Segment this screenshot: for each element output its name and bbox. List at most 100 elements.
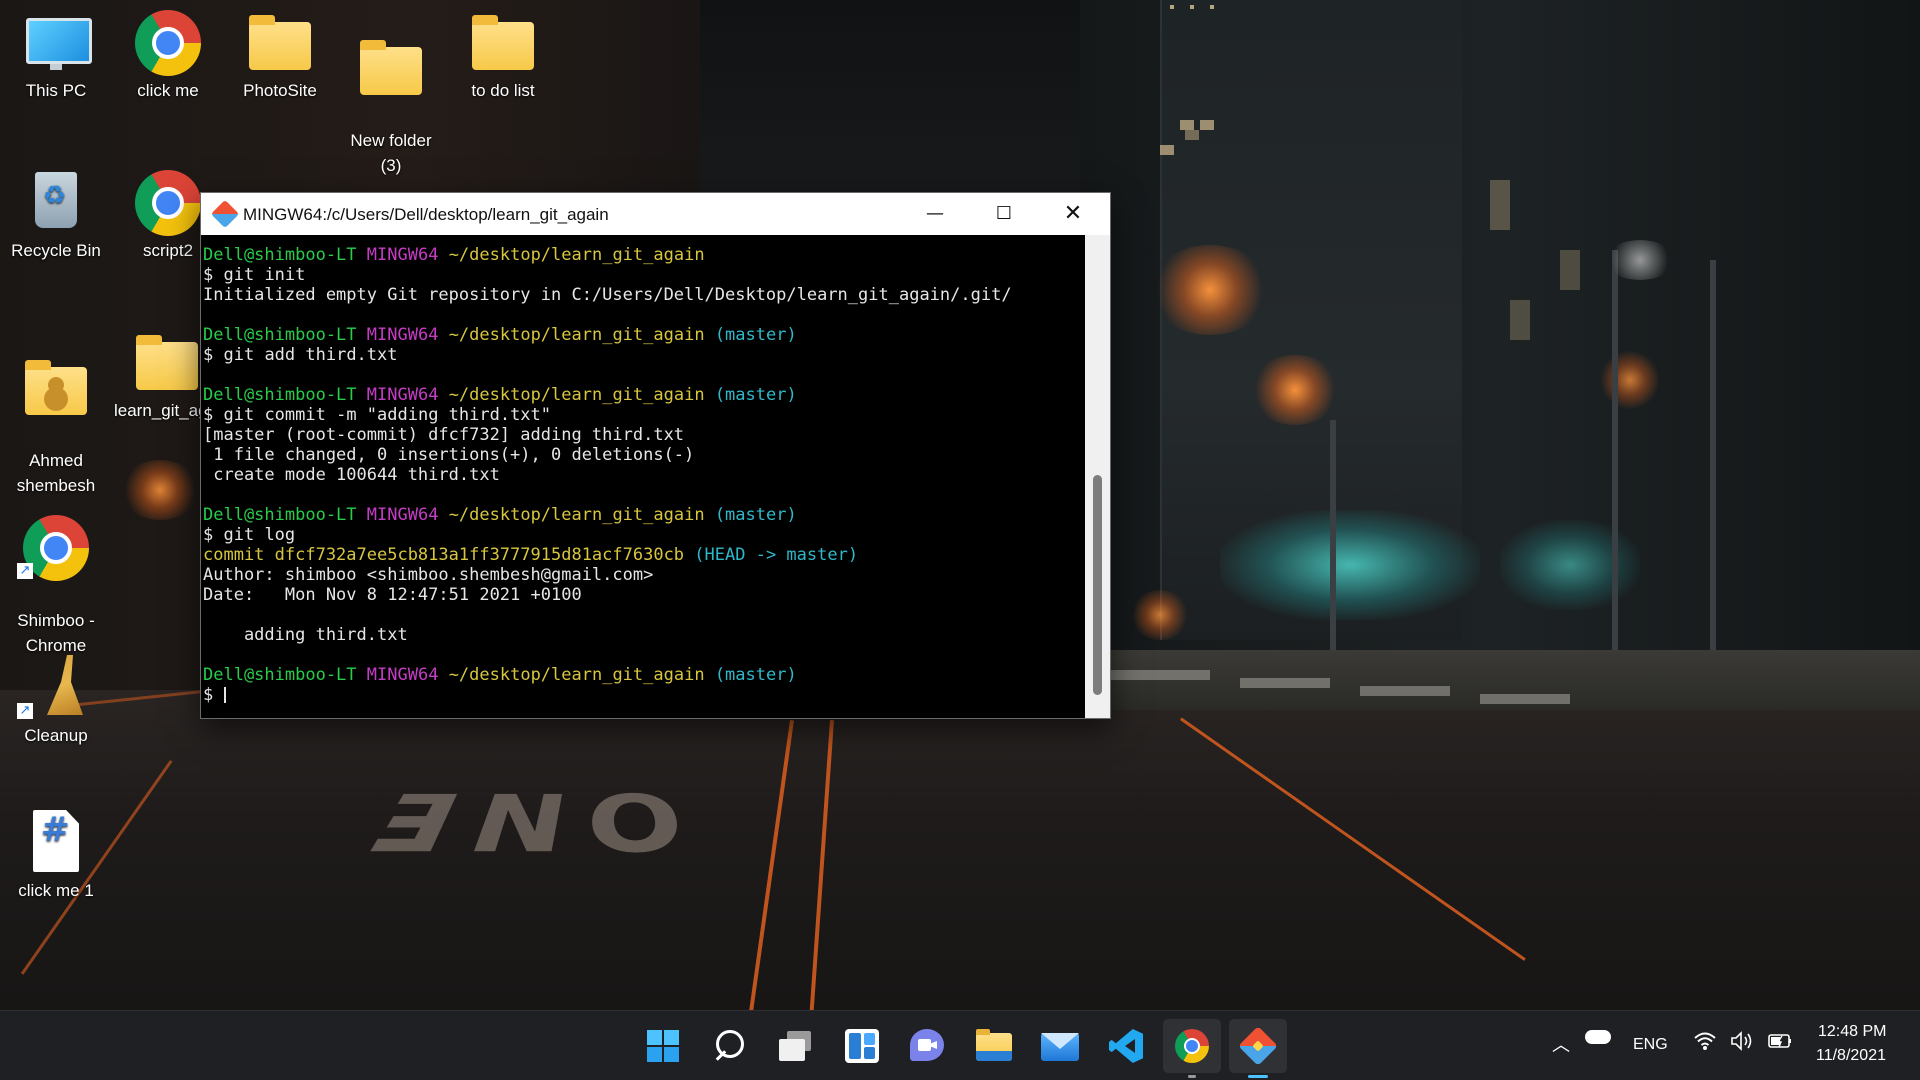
search-button[interactable] [707, 1023, 753, 1069]
desktop-icon-click-me[interactable]: click me [118, 10, 218, 103]
mail-button[interactable] [1037, 1023, 1083, 1069]
battery-charging-icon[interactable] [1767, 1031, 1793, 1056]
taskbar: ︿ ENG 12:48 PM 11/8/2021 [0, 1010, 1920, 1080]
commit-ref: (HEAD -> master) [694, 545, 859, 565]
command-text: git add third.txt [223, 345, 398, 365]
desktop-icon-recycle-bin[interactable]: Recycle Bin [6, 170, 106, 263]
desktop-icon-label: to do list [471, 81, 535, 100]
desktop-icon-label: This PC [25, 81, 87, 100]
prompt-branch: (master) [714, 665, 797, 685]
output-text: Author: shimboo <shimboo.shembesh@gmail.… [203, 565, 654, 585]
active-indicator [1248, 1075, 1268, 1078]
desktop-icon-photosite[interactable]: PhotoSite [230, 10, 330, 103]
close-button[interactable]: ✕ [1039, 193, 1107, 235]
window-titlebar[interactable]: MINGW64:/c/Users/Dell/desktop/learn_git_… [201, 193, 1110, 235]
prompt-user: Dell@shimboo-LT [203, 505, 357, 525]
scrollbar-thumb[interactable] [1093, 475, 1102, 695]
maximize-button[interactable]: ☐ [970, 193, 1038, 235]
prompt-symbol: $ [203, 405, 214, 425]
prompt-path: ~/desktop/learn_git_again [448, 325, 705, 345]
terminal-line: $ git add third.txt [203, 345, 1085, 365]
terminal-line: $ [203, 685, 1085, 705]
prompt-env: MINGW64 [366, 245, 439, 265]
folder-icon [136, 335, 198, 390]
folder-icon [472, 15, 534, 70]
terminal-line: $ git init [203, 265, 1085, 285]
desktop-icon-click-me-1[interactable]: click me 1 [6, 810, 106, 903]
broom-icon [47, 655, 83, 715]
prompt-user: Dell@shimboo-LT [203, 245, 357, 265]
output-text: create mode 100644 third.txt [203, 465, 500, 485]
clock-date[interactable]: 11/8/2021 [1816, 1047, 1886, 1065]
user-folder-icon [25, 360, 87, 415]
terminal-line: 1 file changed, 0 insertions(+), 0 delet… [203, 445, 1085, 465]
prompt-symbol: $ [203, 685, 214, 705]
desktop-icon-label: Cleanup [24, 726, 88, 745]
output-text: Date: Mon Nov 8 12:47:51 2021 +0100 [203, 585, 582, 605]
task-view-button[interactable] [773, 1023, 819, 1069]
terminal-line: Dell@shimboo-LT MINGW64 ~/desktop/learn_… [203, 385, 1085, 405]
desktop-icon-new-folder-3[interactable]: New folder (3) [341, 10, 441, 203]
folder-icon [360, 40, 422, 95]
desktop-icon-this-pc[interactable]: This PC [6, 10, 106, 103]
terminal-line: Date: Mon Nov 8 12:47:51 2021 +0100 [203, 585, 1085, 605]
terminal-line: [master (root-commit) dfcf732] adding th… [203, 425, 1085, 445]
prompt-user: Dell@shimboo-LT [203, 665, 357, 685]
chrome-icon [135, 170, 201, 236]
prompt-branch: (master) [714, 505, 797, 525]
terminal-line: $ git commit -m "adding third.txt" [203, 405, 1085, 425]
prompt-symbol: $ [203, 345, 214, 365]
show-hidden-icons-button[interactable]: ︿ [1552, 1031, 1570, 1057]
desktop-icon-learn-git-again[interactable]: learn_git_ag [112, 330, 200, 423]
vscode-button[interactable] [1103, 1023, 1149, 1069]
volume-icon[interactable] [1730, 1031, 1756, 1056]
desktop-icon-label: Recycle Bin [11, 241, 101, 260]
desktop-icon-label: click me [137, 81, 199, 100]
onedrive-icon[interactable] [1585, 1030, 1611, 1044]
prompt-env: MINGW64 [366, 505, 439, 525]
chrome-button[interactable] [1163, 1019, 1221, 1078]
desktop-icon-label: learn_git_ag [114, 401, 200, 420]
output-text: adding third.txt [203, 625, 408, 645]
prompt-symbol: $ [203, 525, 214, 545]
language-indicator[interactable]: ENG [1633, 1036, 1668, 1054]
terminal-line: Dell@shimboo-LT MINGW64 ~/desktop/learn_… [203, 665, 1085, 685]
desktop-icon-cleanup[interactable]: ↗ Cleanup [6, 655, 106, 748]
terminal-output[interactable]: Dell@shimboo-LT MINGW64 ~/desktop/learn_… [201, 235, 1085, 718]
running-indicator [1188, 1075, 1196, 1078]
prompt-env: MINGW64 [366, 325, 439, 345]
scrollbar[interactable] [1085, 235, 1110, 718]
start-button[interactable] [640, 1023, 686, 1069]
prompt-branch: (master) [714, 325, 797, 345]
prompt-branch: (master) [714, 385, 797, 405]
output-text: 1 file changed, 0 insertions(+), 0 delet… [203, 445, 695, 465]
command-text: git log [223, 525, 296, 545]
desktop-icon-label: click me 1 [18, 881, 94, 900]
command-text: git commit -m "adding third.txt" [223, 405, 552, 425]
git-bash-button[interactable] [1229, 1019, 1287, 1078]
desktop-icon-to-do-list[interactable]: to do list [453, 10, 553, 103]
wifi-icon[interactable] [1693, 1031, 1717, 1056]
terminal-line: Dell@shimboo-LT MINGW64 ~/desktop/learn_… [203, 505, 1085, 525]
clock-time[interactable]: 12:48 PM [1818, 1023, 1886, 1041]
csharp-file-icon [33, 810, 79, 872]
output-text: [master (root-commit) dfcf732] adding th… [203, 425, 685, 445]
prompt-symbol: $ [203, 265, 214, 285]
terminal-line: $ git log [203, 525, 1085, 545]
prompt-env: MINGW64 [366, 665, 439, 685]
text-cursor [223, 687, 226, 703]
terminal-line: create mode 100644 third.txt [203, 465, 1085, 485]
chrome-icon [135, 10, 201, 76]
command-text: git init [223, 265, 306, 285]
widgets-button[interactable] [839, 1023, 885, 1069]
commit-hash: commit dfcf732a7ee5cb813a1ff3777915d81ac… [203, 545, 685, 565]
minimize-button[interactable]: — [901, 193, 969, 235]
chat-button[interactable] [905, 1023, 951, 1069]
terminal-line: Initialized empty Git repository in C:/U… [203, 285, 1085, 305]
terminal-line: adding third.txt [203, 625, 1085, 645]
file-explorer-button[interactable] [971, 1023, 1017, 1069]
git-bash-window[interactable]: MINGW64:/c/Users/Dell/desktop/learn_git_… [200, 192, 1111, 719]
